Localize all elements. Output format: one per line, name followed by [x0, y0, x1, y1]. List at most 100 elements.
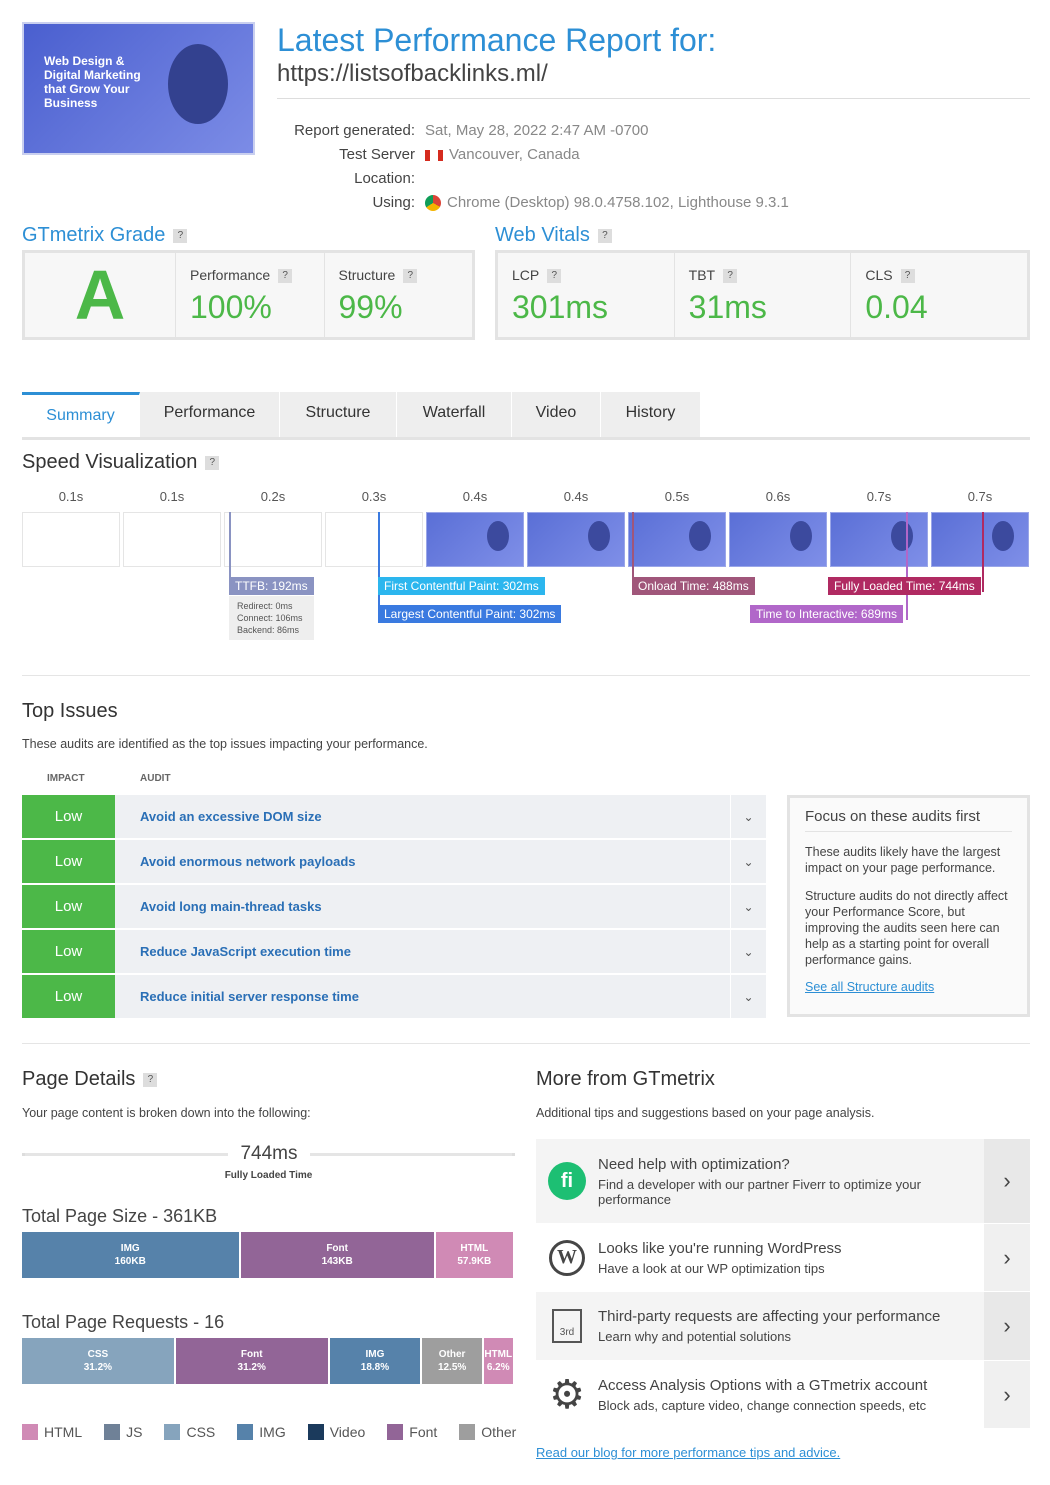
bar-segment-html: HTML 6.2% — [483, 1338, 513, 1384]
impact-badge: Low — [22, 930, 115, 973]
chevron-right-icon: › — [984, 1139, 1030, 1223]
page-details-heading: Page Details? — [22, 1068, 158, 1091]
time-tick: 0.1s — [58, 489, 84, 504]
filmstrip-frame[interactable] — [527, 512, 625, 567]
blog-link[interactable]: Read our blog for more performance tips … — [536, 1445, 840, 1460]
filmstrip-frame[interactable] — [426, 512, 524, 567]
help-icon[interactable]: ? — [547, 269, 562, 284]
issue-row[interactable]: Low Reduce JavaScript execution time ⌄ — [22, 930, 766, 973]
more-item-analysis-options[interactable]: ⚙ Access Analysis Options with a GTmetri… — [536, 1361, 1030, 1428]
time-tick: 0.1s — [159, 489, 185, 504]
issue-row[interactable]: Low Reduce initial server response time ⌄ — [22, 975, 766, 1018]
audit-name: Avoid long main-thread tasks — [140, 899, 322, 914]
chevron-down-icon[interactable]: ⌄ — [730, 840, 766, 883]
help-icon[interactable]: ? — [723, 269, 738, 284]
help-icon[interactable]: ? — [173, 228, 188, 243]
filmstrip-frame[interactable] — [628, 512, 726, 567]
help-icon[interactable]: ? — [597, 228, 612, 243]
impact-badge: Low — [22, 840, 115, 883]
fully-loaded-marker: Fully Loaded Time: 744ms — [828, 577, 981, 595]
onload-line — [632, 512, 634, 578]
help-icon[interactable]: ? — [143, 1072, 158, 1087]
chevron-down-icon[interactable]: ⌄ — [730, 885, 766, 928]
tti-line — [906, 512, 908, 620]
report-tabs: Summary Performance Structure Waterfall … — [22, 392, 1030, 440]
filmstrip-frame[interactable] — [325, 512, 423, 567]
performance-score: 100% — [190, 289, 272, 326]
time-tick: 0.6s — [765, 489, 791, 504]
focus-audits-panel: Focus on these audits first These audits… — [787, 795, 1030, 1017]
third-party-icon: 3rd — [552, 1309, 582, 1343]
person-image — [168, 44, 228, 124]
gear-icon: ⚙ — [549, 1372, 585, 1417]
chevron-down-icon[interactable]: ⌄ — [730, 930, 766, 973]
bar-segment-font: Font 143KB — [240, 1232, 434, 1278]
issue-row[interactable]: Low Avoid enormous network payloads ⌄ — [22, 840, 766, 883]
legend-item: Font — [387, 1424, 437, 1440]
ttfb-line — [229, 512, 231, 578]
tab-waterfall[interactable]: Waterfall — [397, 392, 512, 437]
ttfb-marker: TTFB: 192ms — [229, 577, 314, 595]
fully-loaded-time: 744ms — [228, 1143, 310, 1165]
bar-segment-font: Font 31.2% — [175, 1338, 328, 1384]
legend-item: IMG — [237, 1424, 286, 1440]
help-icon[interactable]: ? — [278, 269, 293, 284]
filmstrip-frame[interactable] — [729, 512, 827, 567]
time-tick: 0.7s — [967, 489, 993, 504]
more-item-third-party[interactable]: 3rd Third-party requests are affecting y… — [536, 1292, 1030, 1360]
more-item-fiverr[interactable]: fi Need help with optimization? Find a de… — [536, 1139, 1030, 1223]
audit-name: Reduce initial server response time — [140, 989, 359, 1004]
divider — [22, 675, 1030, 676]
legend-item: CSS — [164, 1424, 215, 1440]
time-tick: 0.4s — [563, 489, 589, 504]
filmstrip-frame[interactable] — [123, 512, 221, 567]
issue-row[interactable]: Low Avoid an excessive DOM size ⌄ — [22, 795, 766, 838]
bar-segment-img: IMG 160KB — [22, 1232, 239, 1278]
tab-performance[interactable]: Performance — [140, 392, 280, 437]
time-tick: 0.4s — [462, 489, 488, 504]
tab-structure[interactable]: Structure — [280, 392, 397, 437]
see-structure-audits-link[interactable]: See all Structure audits — [805, 980, 1012, 994]
time-tick: 0.7s — [866, 489, 892, 504]
time-tick: 0.3s — [361, 489, 387, 504]
filmstrip-frame[interactable] — [830, 512, 928, 567]
chevron-down-icon[interactable]: ⌄ — [730, 795, 766, 838]
filmstrip-frame[interactable] — [22, 512, 120, 567]
speed-heading: Speed Visualization? — [22, 451, 220, 474]
onload-marker: Onload Time: 488ms — [632, 577, 755, 595]
filmstrip-frame[interactable] — [931, 512, 1029, 567]
chevron-right-icon: › — [984, 1292, 1030, 1360]
vitals-box: LCP? 301ms TBT? 31ms CLS? 0.04 — [495, 250, 1030, 340]
page-title: Latest Performance Report for: — [277, 22, 717, 58]
audit-column-header: AUDIT — [140, 773, 171, 784]
chevron-down-icon[interactable]: ⌄ — [730, 975, 766, 1018]
help-icon[interactable]: ? — [205, 455, 220, 470]
fcp-marker: First Contentful Paint: 302ms — [378, 577, 545, 595]
more-item-wordpress[interactable]: W Looks like you're running WordPress Hav… — [536, 1224, 1030, 1291]
tab-video[interactable]: Video — [512, 392, 601, 437]
vitals-heading: Web Vitals? — [495, 224, 612, 247]
impact-badge: Low — [22, 975, 115, 1018]
tab-history[interactable]: History — [601, 392, 701, 437]
audit-name: Reduce JavaScript execution time — [140, 944, 351, 959]
legend: HTML JS CSS IMG Video Font Other — [22, 1424, 538, 1440]
impact-badge: Low — [22, 885, 115, 928]
issue-row[interactable]: Low Avoid long main-thread tasks ⌄ — [22, 885, 766, 928]
tab-summary[interactable]: Summary — [22, 392, 140, 437]
legend-item: HTML — [22, 1424, 82, 1440]
issues-description: These audits are identified as the top i… — [22, 737, 428, 751]
impact-column-header: IMPACT — [47, 773, 85, 784]
grade-heading: GTmetrix Grade? — [22, 224, 188, 247]
issues-heading: Top Issues — [22, 700, 118, 722]
fcp-line — [378, 512, 380, 620]
help-icon[interactable]: ? — [403, 269, 418, 284]
tbt-value: 31ms — [688, 289, 767, 326]
report-url[interactable]: https://listsofbacklinks.ml/ — [277, 60, 548, 88]
more-heading: More from GTmetrix — [536, 1068, 715, 1090]
legend-item: Video — [307, 1424, 365, 1440]
filmstrip-frame[interactable] — [224, 512, 322, 567]
grade-box: A Performance? 100% Structure? 99% — [22, 250, 475, 340]
ttfb-details: Redirect: 0ms Connect: 106ms Backend: 86ms — [229, 596, 314, 640]
tti-marker: Time to Interactive: 689ms — [750, 605, 903, 623]
help-icon[interactable]: ? — [900, 269, 915, 284]
